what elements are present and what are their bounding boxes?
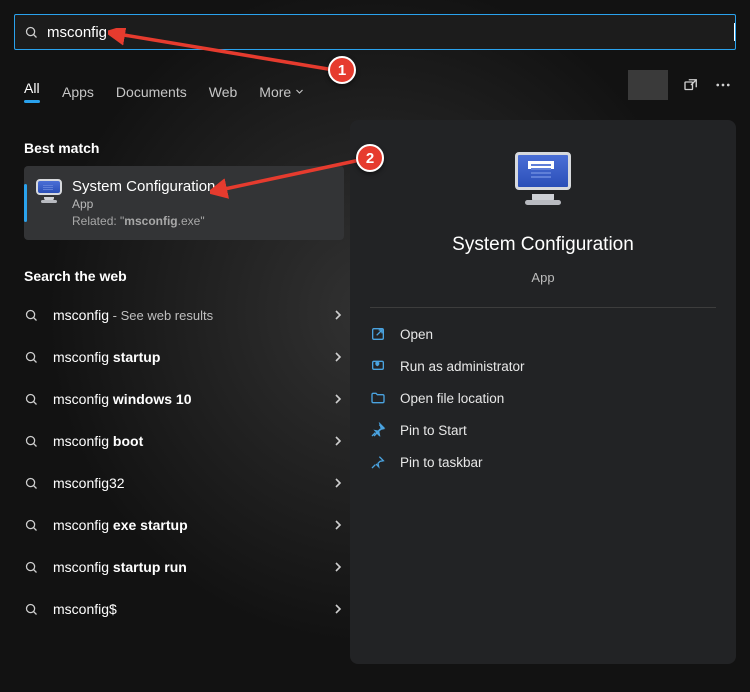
web-result[interactable]: msconfig32	[24, 462, 344, 504]
result-title: System Configuration	[72, 178, 215, 195]
chevron-right-icon	[332, 393, 344, 405]
action-pin-start[interactable]: Pin to Start	[370, 414, 716, 446]
divider	[370, 307, 716, 308]
tab-apps[interactable]: Apps	[62, 84, 94, 100]
text-caret	[734, 23, 735, 41]
web-result-text: msconfig exe startup	[53, 517, 188, 533]
search-icon	[15, 25, 47, 40]
web-result-text: msconfig boot	[53, 433, 143, 449]
preview-pane: System Configuration App Open Run as adm…	[350, 120, 736, 664]
action-pin-taskbar[interactable]: Pin to taskbar	[370, 446, 716, 478]
web-result-text: msconfig startup run	[53, 559, 187, 575]
open-icon	[370, 326, 386, 342]
chevron-right-icon	[332, 519, 344, 531]
web-result[interactable]: msconfig boot	[24, 420, 344, 462]
pin-icon	[370, 454, 386, 470]
filter-tabs: All Apps Documents Web More	[24, 80, 304, 103]
web-search-section: Search the web msconfig - See web result…	[24, 268, 344, 630]
result-subtitle: App	[72, 197, 215, 211]
web-result-text: msconfig32	[53, 475, 125, 491]
annotation-badge-2: 2	[356, 144, 384, 172]
folder-icon	[370, 390, 386, 406]
chevron-right-icon	[332, 603, 344, 615]
search-icon	[24, 392, 39, 407]
chevron-right-icon	[332, 435, 344, 447]
preview-app-icon	[515, 152, 571, 202]
search-icon	[24, 350, 39, 365]
action-run-admin[interactable]: Run as administrator	[370, 350, 716, 382]
tab-all[interactable]: All	[24, 80, 40, 103]
search-icon	[24, 518, 39, 533]
account-tile[interactable]	[628, 70, 668, 100]
chevron-right-icon	[332, 561, 344, 573]
search-icon	[24, 602, 39, 617]
web-result[interactable]: msconfig - See web results	[24, 294, 344, 336]
result-related: Related: "msconfig.exe"	[72, 214, 215, 228]
web-result-text: msconfig$	[53, 601, 117, 617]
tab-more[interactable]: More	[259, 84, 304, 100]
web-result-text: msconfig windows 10	[53, 391, 192, 407]
web-result[interactable]: msconfig exe startup	[24, 504, 344, 546]
search-icon	[24, 560, 39, 575]
annotation-badge-1: 1	[328, 56, 356, 84]
tab-web[interactable]: Web	[209, 84, 238, 100]
search-icon	[24, 308, 39, 323]
preview-title: System Configuration	[452, 234, 634, 256]
header-actions	[628, 70, 732, 100]
action-open-location[interactable]: Open file location	[370, 382, 716, 414]
search-icon	[24, 434, 39, 449]
preview-subtitle: App	[531, 270, 554, 285]
shield-icon	[370, 358, 386, 374]
chevron-right-icon	[332, 309, 344, 321]
best-match-section: Best match System Configuration App Rela…	[24, 140, 344, 240]
chevron-down-icon	[295, 87, 304, 96]
web-result[interactable]: msconfig$	[24, 588, 344, 630]
tab-documents[interactable]: Documents	[116, 84, 187, 100]
web-search-header: Search the web	[24, 268, 344, 284]
web-result[interactable]: msconfig startup run	[24, 546, 344, 588]
system-config-icon	[36, 179, 62, 201]
action-open[interactable]: Open	[370, 318, 716, 350]
chevron-right-icon	[332, 477, 344, 489]
search-input[interactable]	[47, 15, 736, 49]
more-icon[interactable]	[714, 76, 732, 94]
best-match-result[interactable]: System Configuration App Related: "mscon…	[24, 166, 344, 240]
web-result-text: msconfig startup	[53, 349, 160, 365]
search-icon	[24, 476, 39, 491]
web-result-text: msconfig - See web results	[53, 307, 213, 323]
search-bar[interactable]	[14, 14, 736, 50]
pin-icon	[370, 422, 386, 438]
chevron-right-icon	[332, 351, 344, 363]
web-result[interactable]: msconfig startup	[24, 336, 344, 378]
web-result[interactable]: msconfig windows 10	[24, 378, 344, 420]
pop-out-icon[interactable]	[682, 76, 700, 94]
best-match-header: Best match	[24, 140, 344, 156]
